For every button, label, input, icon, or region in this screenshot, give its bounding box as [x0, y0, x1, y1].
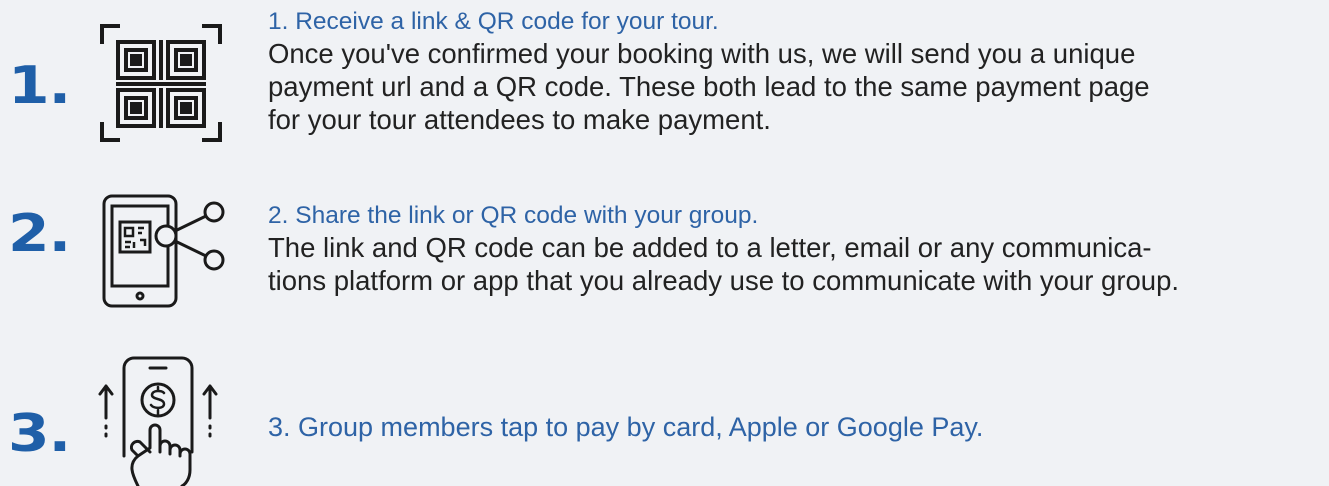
step-title: 1. Receive a link & QR code for your tou… — [268, 8, 719, 35]
body-line: payment url and a QR code. These both le… — [268, 71, 1150, 102]
body-line: The link and QR code can be added to a l… — [268, 232, 1152, 263]
body-line: for your tour attendees to make payment. — [268, 104, 771, 135]
body-line: Once you've confirmed your booking with … — [268, 38, 1136, 69]
body-line: tions platform or app that you already u… — [268, 265, 1180, 296]
step-number: 3. — [8, 404, 71, 464]
step-number: 2. — [8, 204, 71, 264]
step-body: The link and QR code can be added to a l… — [268, 231, 1323, 297]
step-number: 1. — [8, 56, 71, 116]
step-title: 2. Share the link or QR code with your g… — [268, 202, 759, 229]
qr-code-icon — [98, 20, 228, 148]
phone-tap-pay-icon — [98, 356, 228, 486]
step-body: Once you've confirmed your booking with … — [268, 37, 1323, 136]
phone-share-icon — [98, 192, 228, 320]
step-title: 3. Group members tap to pay by card, App… — [268, 412, 984, 442]
